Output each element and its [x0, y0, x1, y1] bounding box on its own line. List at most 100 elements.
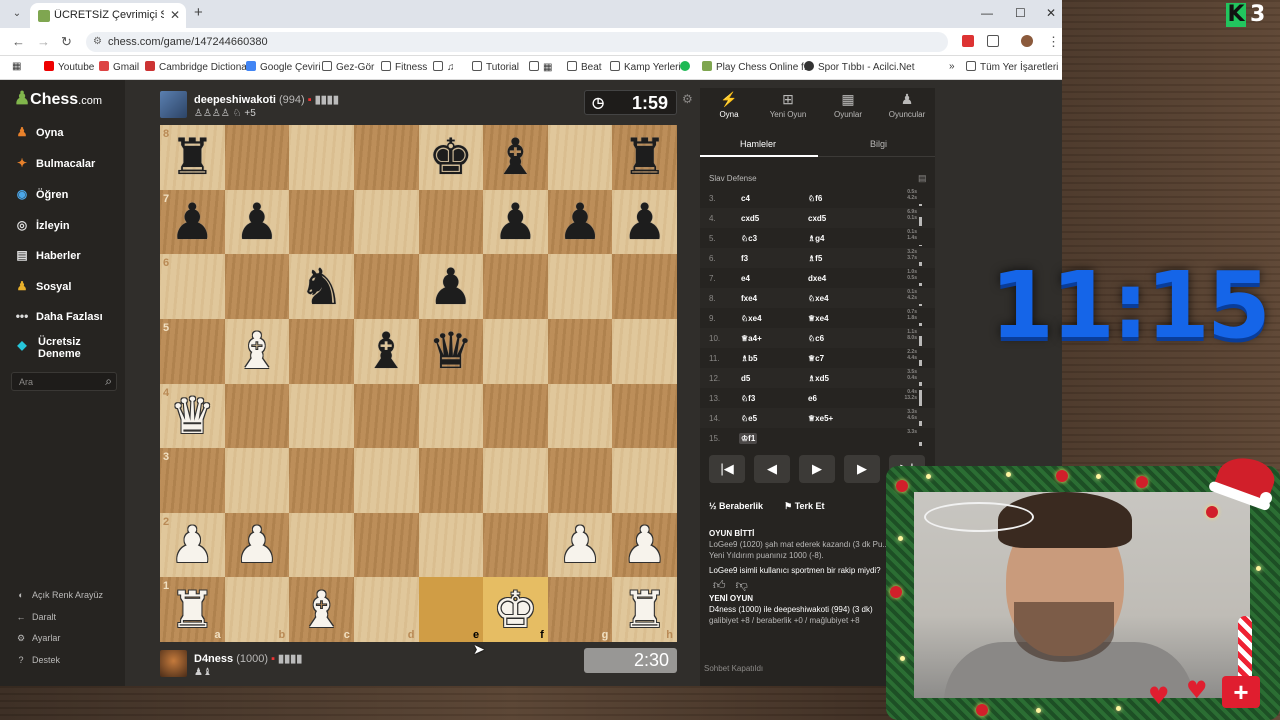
square-h6[interactable]: [612, 254, 677, 319]
black-move[interactable]: ♘c6: [808, 334, 824, 343]
site-info-icon[interactable]: ⚙: [93, 36, 102, 47]
square-a8[interactable]: 8 ♜: [160, 125, 225, 190]
black-move[interactable]: cxd5: [808, 214, 826, 223]
square-a5[interactable]: 5: [160, 318, 225, 384]
bookmark-folder-kamp[interactable]: Kamp Yerleri: [610, 61, 681, 73]
square-b5[interactable]: ♝: [224, 318, 290, 384]
url-input[interactable]: ⚙ chess.com/game/147244660380: [86, 32, 948, 52]
black-pawn-icon[interactable]: ♟: [622, 197, 667, 247]
white-move[interactable]: e4: [741, 274, 750, 283]
square-f5[interactable]: [483, 318, 548, 384]
bookmark-play-chess[interactable]: Play Chess Online f...: [702, 61, 812, 73]
white-king-icon[interactable]: ♚: [493, 585, 538, 635]
black-king-icon[interactable]: ♚: [428, 132, 473, 182]
nav-puzzles[interactable]: ✦ Bulmacalar: [14, 156, 95, 170]
square-g2[interactable]: ♟: [547, 512, 613, 578]
draw-button[interactable]: ½ Beraberlik: [709, 501, 763, 511]
bookmark-youtube[interactable]: Youtube: [44, 61, 94, 73]
square-d6[interactable]: [353, 254, 419, 319]
browser-tab[interactable]: ÜCRETSİZ Çevrimiçi Satranç Oyna ✕: [30, 3, 186, 28]
collapse-button[interactable]: ← Daralt: [14, 612, 57, 622]
square-b7[interactable]: ♟: [224, 189, 290, 255]
square-d8[interactable]: [353, 125, 419, 190]
bookmark-spor-tibbi[interactable]: Spor Tıbbı - Acilci.Net: [804, 61, 915, 73]
square-h7[interactable]: ♟: [612, 189, 677, 255]
black-move[interactable]: ♗g4: [808, 234, 825, 243]
white-move[interactable]: ♗b5: [741, 354, 758, 363]
white-move[interactable]: ♔f1: [739, 433, 758, 444]
black-pawn-icon[interactable]: ♟: [170, 197, 215, 247]
square-c4[interactable]: [289, 383, 354, 449]
tab-games[interactable]: ▦ Oyunlar: [819, 91, 877, 119]
square-g8[interactable]: [547, 125, 613, 190]
extension-icon[interactable]: [962, 35, 974, 47]
black-rook-icon[interactable]: ♜: [170, 132, 215, 182]
board-settings-icon[interactable]: ⚙: [682, 92, 693, 106]
prev-move-button[interactable]: ◀: [754, 455, 790, 483]
browser-menu-icon[interactable]: ⋮: [1047, 34, 1060, 50]
bookmark-grid[interactable]: ▦: [529, 61, 552, 73]
square-e7[interactable]: [418, 189, 484, 255]
black-bishop-icon[interactable]: ♝: [493, 132, 538, 182]
bookmark-spotify[interactable]: [680, 61, 694, 73]
bookmarks-overflow-button[interactable]: »: [949, 61, 955, 72]
square-d7[interactable]: [353, 189, 419, 255]
black-knight-icon[interactable]: ♞: [299, 262, 344, 312]
black-queen-icon[interactable]: ♛: [428, 326, 473, 376]
black-bishop-icon[interactable]: ♝: [364, 326, 409, 376]
square-e5[interactable]: ♛: [418, 318, 484, 384]
avatar[interactable]: [160, 91, 187, 118]
forward-button[interactable]: →: [37, 34, 50, 49]
nav-news[interactable]: ▤ Haberler: [14, 248, 80, 262]
square-g7[interactable]: ♟: [547, 189, 613, 255]
extensions-puzzle-icon[interactable]: [987, 35, 999, 47]
black-move[interactable]: ♗xd5: [808, 374, 829, 383]
nav-learn[interactable]: ◉ Öğren: [14, 187, 69, 201]
bookmark-music[interactable]: ♫: [433, 61, 455, 73]
white-move[interactable]: ♘f3: [741, 394, 755, 403]
square-f2[interactable]: [483, 512, 548, 578]
square-a7[interactable]: 7 ♟: [160, 189, 225, 255]
white-move[interactable]: ♘xe4: [741, 314, 762, 323]
black-move[interactable]: e6: [808, 394, 817, 403]
square-b3[interactable]: [224, 448, 290, 513]
white-move[interactable]: cxd5: [741, 214, 759, 223]
bookmark-folder-gez[interactable]: Gez-Gör: [322, 61, 374, 73]
square-d3[interactable]: [353, 448, 419, 513]
square-h2[interactable]: ♟: [612, 512, 677, 578]
profile-avatar[interactable]: [1021, 35, 1033, 47]
search-icon[interactable]: ⌕: [105, 374, 112, 389]
bookmark-folder-tutorial[interactable]: Tutorial: [472, 61, 519, 73]
maximize-button[interactable]: ☐: [1015, 6, 1026, 20]
minimize-button[interactable]: —: [981, 6, 993, 20]
square-a6[interactable]: 6: [160, 254, 225, 319]
square-h5[interactable]: [612, 318, 677, 384]
square-c2[interactable]: [289, 512, 354, 578]
bookmark-gmail[interactable]: Gmail: [99, 61, 139, 73]
square-f7[interactable]: ♟: [483, 189, 548, 255]
bookmark-folder-beat[interactable]: Beat: [567, 61, 602, 73]
square-c6[interactable]: ♞: [289, 254, 354, 319]
close-window-button[interactable]: ✕: [1046, 6, 1056, 20]
all-bookmarks[interactable]: Tüm Yer İşaretleri: [966, 61, 1058, 73]
back-button[interactable]: ←: [12, 34, 25, 49]
nav-social[interactable]: ♟ Sosyal: [14, 279, 72, 293]
black-move[interactable]: ♕xe5+: [808, 414, 833, 423]
square-b2[interactable]: ♟: [224, 512, 290, 578]
tab-new-game[interactable]: ⊞ Yeni Oyun: [759, 91, 817, 119]
square-h8[interactable]: ♜: [612, 125, 677, 190]
square-b8[interactable]: [224, 125, 290, 190]
square-c7[interactable]: [289, 189, 354, 255]
square-c3[interactable]: [289, 448, 354, 513]
white-move[interactable]: c4: [741, 194, 750, 203]
square-b4[interactable]: [224, 383, 290, 449]
square-g5[interactable]: [547, 318, 613, 384]
square-d5[interactable]: ♝: [353, 318, 419, 384]
chess-board[interactable]: 8 ♜ ♚ ♝ ♜ 7 ♟ ♟ ♟ ♟ ♟ 6 ♞ ♟ 5 ♝ ♝ ♛ 4 ♛ 3 2 ♟ ♟ ♟ ♟ 1 a ♜ b c ♝ d e f ♚ g h ♜: [160, 125, 677, 642]
avatar[interactable]: [160, 650, 187, 677]
square-d4[interactable]: [353, 383, 419, 449]
square-h4[interactable]: [612, 383, 677, 449]
black-move[interactable]: ♘f6: [808, 194, 822, 203]
tab-moves[interactable]: Hamleler: [740, 139, 776, 149]
support-link[interactable]: ? Destek: [14, 655, 60, 665]
